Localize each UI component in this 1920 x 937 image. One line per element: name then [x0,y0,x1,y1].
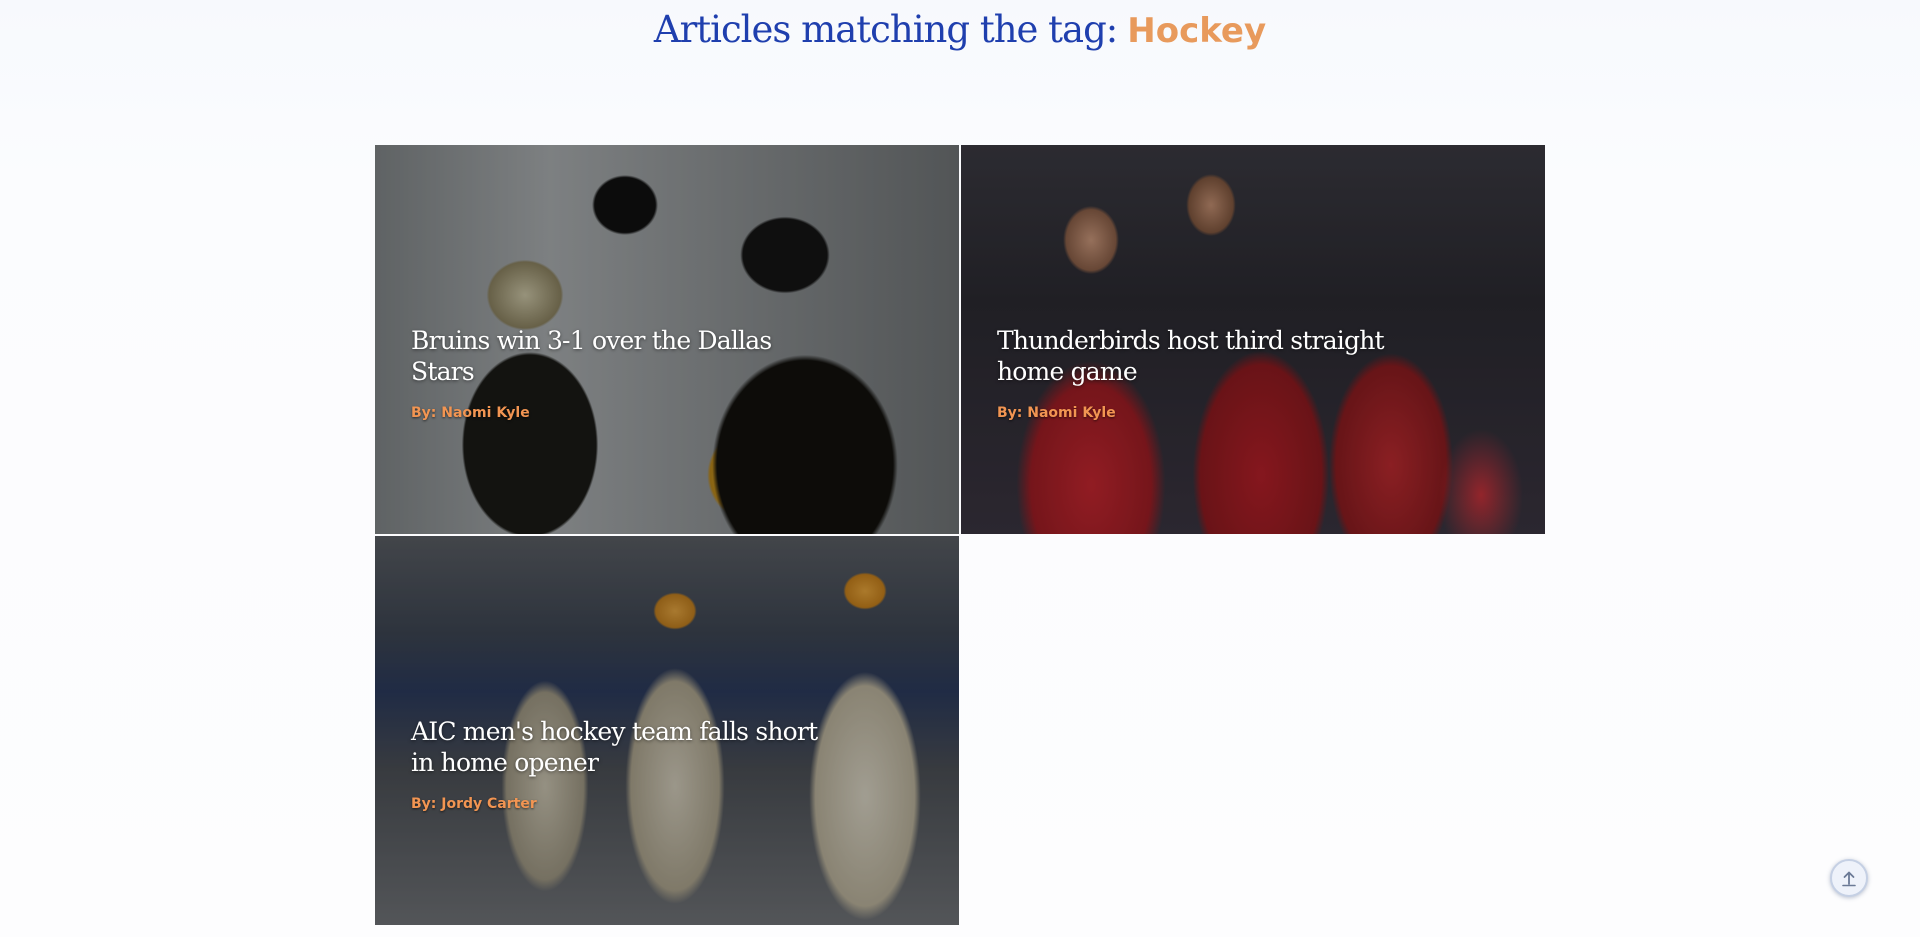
article-card-content: Thunderbirds host third straight home ga… [997,325,1427,421]
article-card-content: AIC men's hockey team falls short in hom… [411,716,841,812]
article-card[interactable]: Thunderbirds host third straight home ga… [961,145,1545,534]
scroll-to-top-button[interactable] [1830,859,1868,897]
article-title[interactable]: Thunderbirds host third straight home ga… [997,325,1427,387]
page: Articles matching the tag: Hockey Bruins … [0,0,1920,937]
article-title[interactable]: Bruins win 3-1 over the Dallas Stars [411,325,841,387]
article-author[interactable]: By: Jordy Carter [411,796,841,812]
page-header: Articles matching the tag: Hockey [0,0,1920,70]
arrow-up-icon [1842,871,1856,887]
article-card[interactable]: Bruins win 3-1 over the Dallas Stars By:… [375,145,959,534]
article-author[interactable]: By: Naomi Kyle [997,405,1427,421]
article-card-content: Bruins win 3-1 over the Dallas Stars By:… [411,325,841,421]
article-title[interactable]: AIC men's hockey team falls short in hom… [411,716,841,778]
article-card[interactable]: AIC men's hockey team falls short in hom… [375,536,959,925]
article-author[interactable]: By: Naomi Kyle [411,405,841,421]
tag-name: Hockey [1127,11,1267,51]
page-title: Articles matching the tag: [653,8,1118,51]
